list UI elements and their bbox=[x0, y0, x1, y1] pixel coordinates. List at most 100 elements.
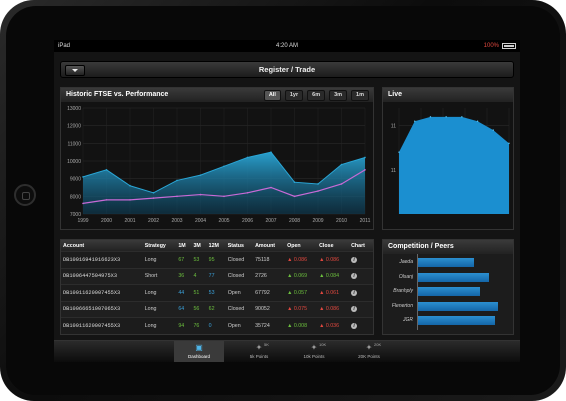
x-tick-label: 2000 bbox=[101, 218, 112, 224]
info-icon[interactable]: i bbox=[351, 322, 358, 329]
data-point bbox=[129, 199, 131, 201]
table-cell: ▲ 0.057 bbox=[285, 284, 318, 301]
tab-badge: 10K bbox=[319, 342, 327, 347]
y-tick-label: 8000 bbox=[70, 194, 81, 200]
table-cell: ▲ 0.069 bbox=[285, 267, 318, 285]
table-cell: ▲ 0.086 bbox=[317, 251, 350, 268]
peer-bar bbox=[417, 287, 480, 296]
range-button-3m[interactable]: 3m bbox=[329, 90, 348, 101]
table-cell: 76 bbox=[191, 317, 207, 334]
competition-panel: Competition / Peers Jaeda Olsanj Branhply F… bbox=[382, 239, 514, 335]
status-bar: iPad 4:20 AM 100% bbox=[54, 40, 520, 52]
peer-label: Branhply bbox=[393, 288, 413, 294]
data-point bbox=[317, 183, 319, 185]
range-button-1m[interactable]: 1m bbox=[351, 90, 369, 101]
info-icon[interactable]: i bbox=[351, 273, 358, 280]
tab-badge: 5K bbox=[264, 342, 269, 347]
live-chart: 11 11 bbox=[383, 102, 513, 229]
column-header[interactable]: Account bbox=[61, 240, 143, 252]
table-cell: ▲ 0.008 bbox=[285, 317, 318, 334]
data-point bbox=[364, 156, 366, 159]
tab-10k-points[interactable]: ✦ 10K 10k Points bbox=[289, 341, 339, 362]
tab-label: Dashboard bbox=[187, 354, 210, 359]
info-icon[interactable]: i bbox=[351, 256, 358, 263]
live-area bbox=[399, 116, 509, 214]
dashboard-icon: ▣ bbox=[195, 343, 203, 352]
table-cell: 67792 bbox=[253, 284, 286, 301]
data-point bbox=[105, 199, 108, 201]
data-point bbox=[340, 183, 343, 185]
peer-label: Olsanj bbox=[398, 273, 413, 280]
column-header[interactable]: Strategy bbox=[142, 240, 177, 252]
data-point bbox=[364, 169, 366, 171]
info-icon[interactable]: i bbox=[351, 306, 358, 313]
battery-percent: 100% bbox=[483, 43, 499, 49]
column-header[interactable]: 12M bbox=[206, 240, 226, 252]
range-button-1yr[interactable]: 1yr bbox=[284, 90, 304, 101]
clock: 4:20 AM bbox=[275, 43, 298, 49]
x-tick-label: 2002 bbox=[148, 218, 159, 224]
data-point bbox=[223, 195, 225, 198]
column-header[interactable]: Chart bbox=[349, 240, 373, 252]
data-point bbox=[82, 202, 84, 205]
info-icon[interactable]: i bbox=[351, 289, 358, 296]
table-cell: ▲ 0.086 bbox=[285, 251, 318, 268]
x-tick-label: 1999 bbox=[77, 218, 88, 224]
y-tick-label: 10000 bbox=[67, 159, 81, 165]
table-cell: ▲ 0.086 bbox=[317, 300, 350, 318]
column-header[interactable]: Amount bbox=[253, 240, 286, 252]
table-cell: 53 bbox=[191, 251, 207, 268]
peer-label: Jaeda bbox=[399, 259, 413, 265]
accounts-table: Account Strategy 1M 3M 12M Status Amount Open Cl… bbox=[61, 240, 373, 334]
x-tick-label: 2009 bbox=[312, 218, 323, 224]
table-row[interactable]: DB10011620007455X3 Long 44 51 53 Open 67792 ▲ 0… bbox=[61, 284, 373, 301]
tab-dashboard[interactable]: ▣ Dashboard bbox=[174, 341, 224, 362]
live-point bbox=[445, 116, 447, 118]
x-tick-label: 2006 bbox=[242, 218, 253, 224]
range-button-all[interactable]: All bbox=[263, 90, 281, 101]
table-cell: ▲ 0.075 bbox=[285, 300, 318, 318]
live-point bbox=[508, 142, 510, 145]
table-row[interactable]: DB10011620007455X3 Long 94 76 0 Open 35724 ▲ 0.… bbox=[61, 317, 373, 334]
peer-bar bbox=[417, 272, 489, 282]
table-cell: 0 bbox=[206, 317, 226, 334]
peer-bar bbox=[417, 316, 495, 325]
table-row[interactable]: DB1006447504975X3 Short 36 4 77 Closed 2726 ▲ 0… bbox=[61, 267, 373, 285]
table-row[interactable]: DB10066651007065X3 Long 64 56 62 Closed 90052 ▲… bbox=[61, 300, 373, 318]
data-point bbox=[129, 184, 131, 187]
data-point bbox=[340, 163, 343, 166]
20k-icon: ✦ bbox=[365, 343, 373, 352]
table-cell: Open bbox=[225, 317, 254, 334]
tab-20k-points[interactable]: ✦ 20K 20K Points bbox=[344, 341, 394, 362]
column-header[interactable]: 3M bbox=[191, 240, 207, 252]
range-button-6m[interactable]: 6m bbox=[307, 90, 326, 101]
table-cell: 56 bbox=[191, 300, 207, 318]
range-selector: All 1yr 6m 3m 1m bbox=[263, 90, 369, 101]
header-title[interactable]: Register / Trade bbox=[61, 62, 513, 77]
x-tick-label: 2011 bbox=[360, 218, 371, 224]
tab-label: 10k Points bbox=[303, 354, 325, 359]
column-header[interactable]: Close bbox=[317, 240, 350, 252]
column-header[interactable]: Status bbox=[225, 240, 254, 252]
data-point bbox=[293, 195, 296, 198]
table-cell: 53 bbox=[206, 284, 226, 301]
peer-label: JGR bbox=[403, 317, 413, 323]
account-id: DB10066651007065X3 bbox=[61, 300, 143, 318]
data-point bbox=[246, 192, 249, 194]
column-header[interactable]: 1M bbox=[176, 240, 192, 252]
table-cell: 95 bbox=[206, 251, 226, 268]
tab-5k-points[interactable]: ✦ 5K 5k Points bbox=[234, 341, 284, 362]
column-header[interactable]: Open bbox=[285, 240, 318, 252]
y-tick-label: 13000 bbox=[67, 106, 81, 112]
table-cell: Short bbox=[142, 267, 177, 285]
table-row[interactable]: DB10016941916623X3 Long 67 53 95 Closed 75118 ▲… bbox=[61, 251, 373, 268]
live-point bbox=[461, 116, 463, 118]
table-cell: Long bbox=[142, 251, 177, 268]
5k-icon: ✦ bbox=[255, 343, 263, 352]
data-point bbox=[223, 165, 225, 168]
data-point bbox=[176, 179, 178, 182]
data-point bbox=[152, 192, 155, 194]
home-button[interactable] bbox=[14, 184, 36, 206]
data-point bbox=[152, 197, 155, 199]
data-point bbox=[105, 169, 108, 171]
